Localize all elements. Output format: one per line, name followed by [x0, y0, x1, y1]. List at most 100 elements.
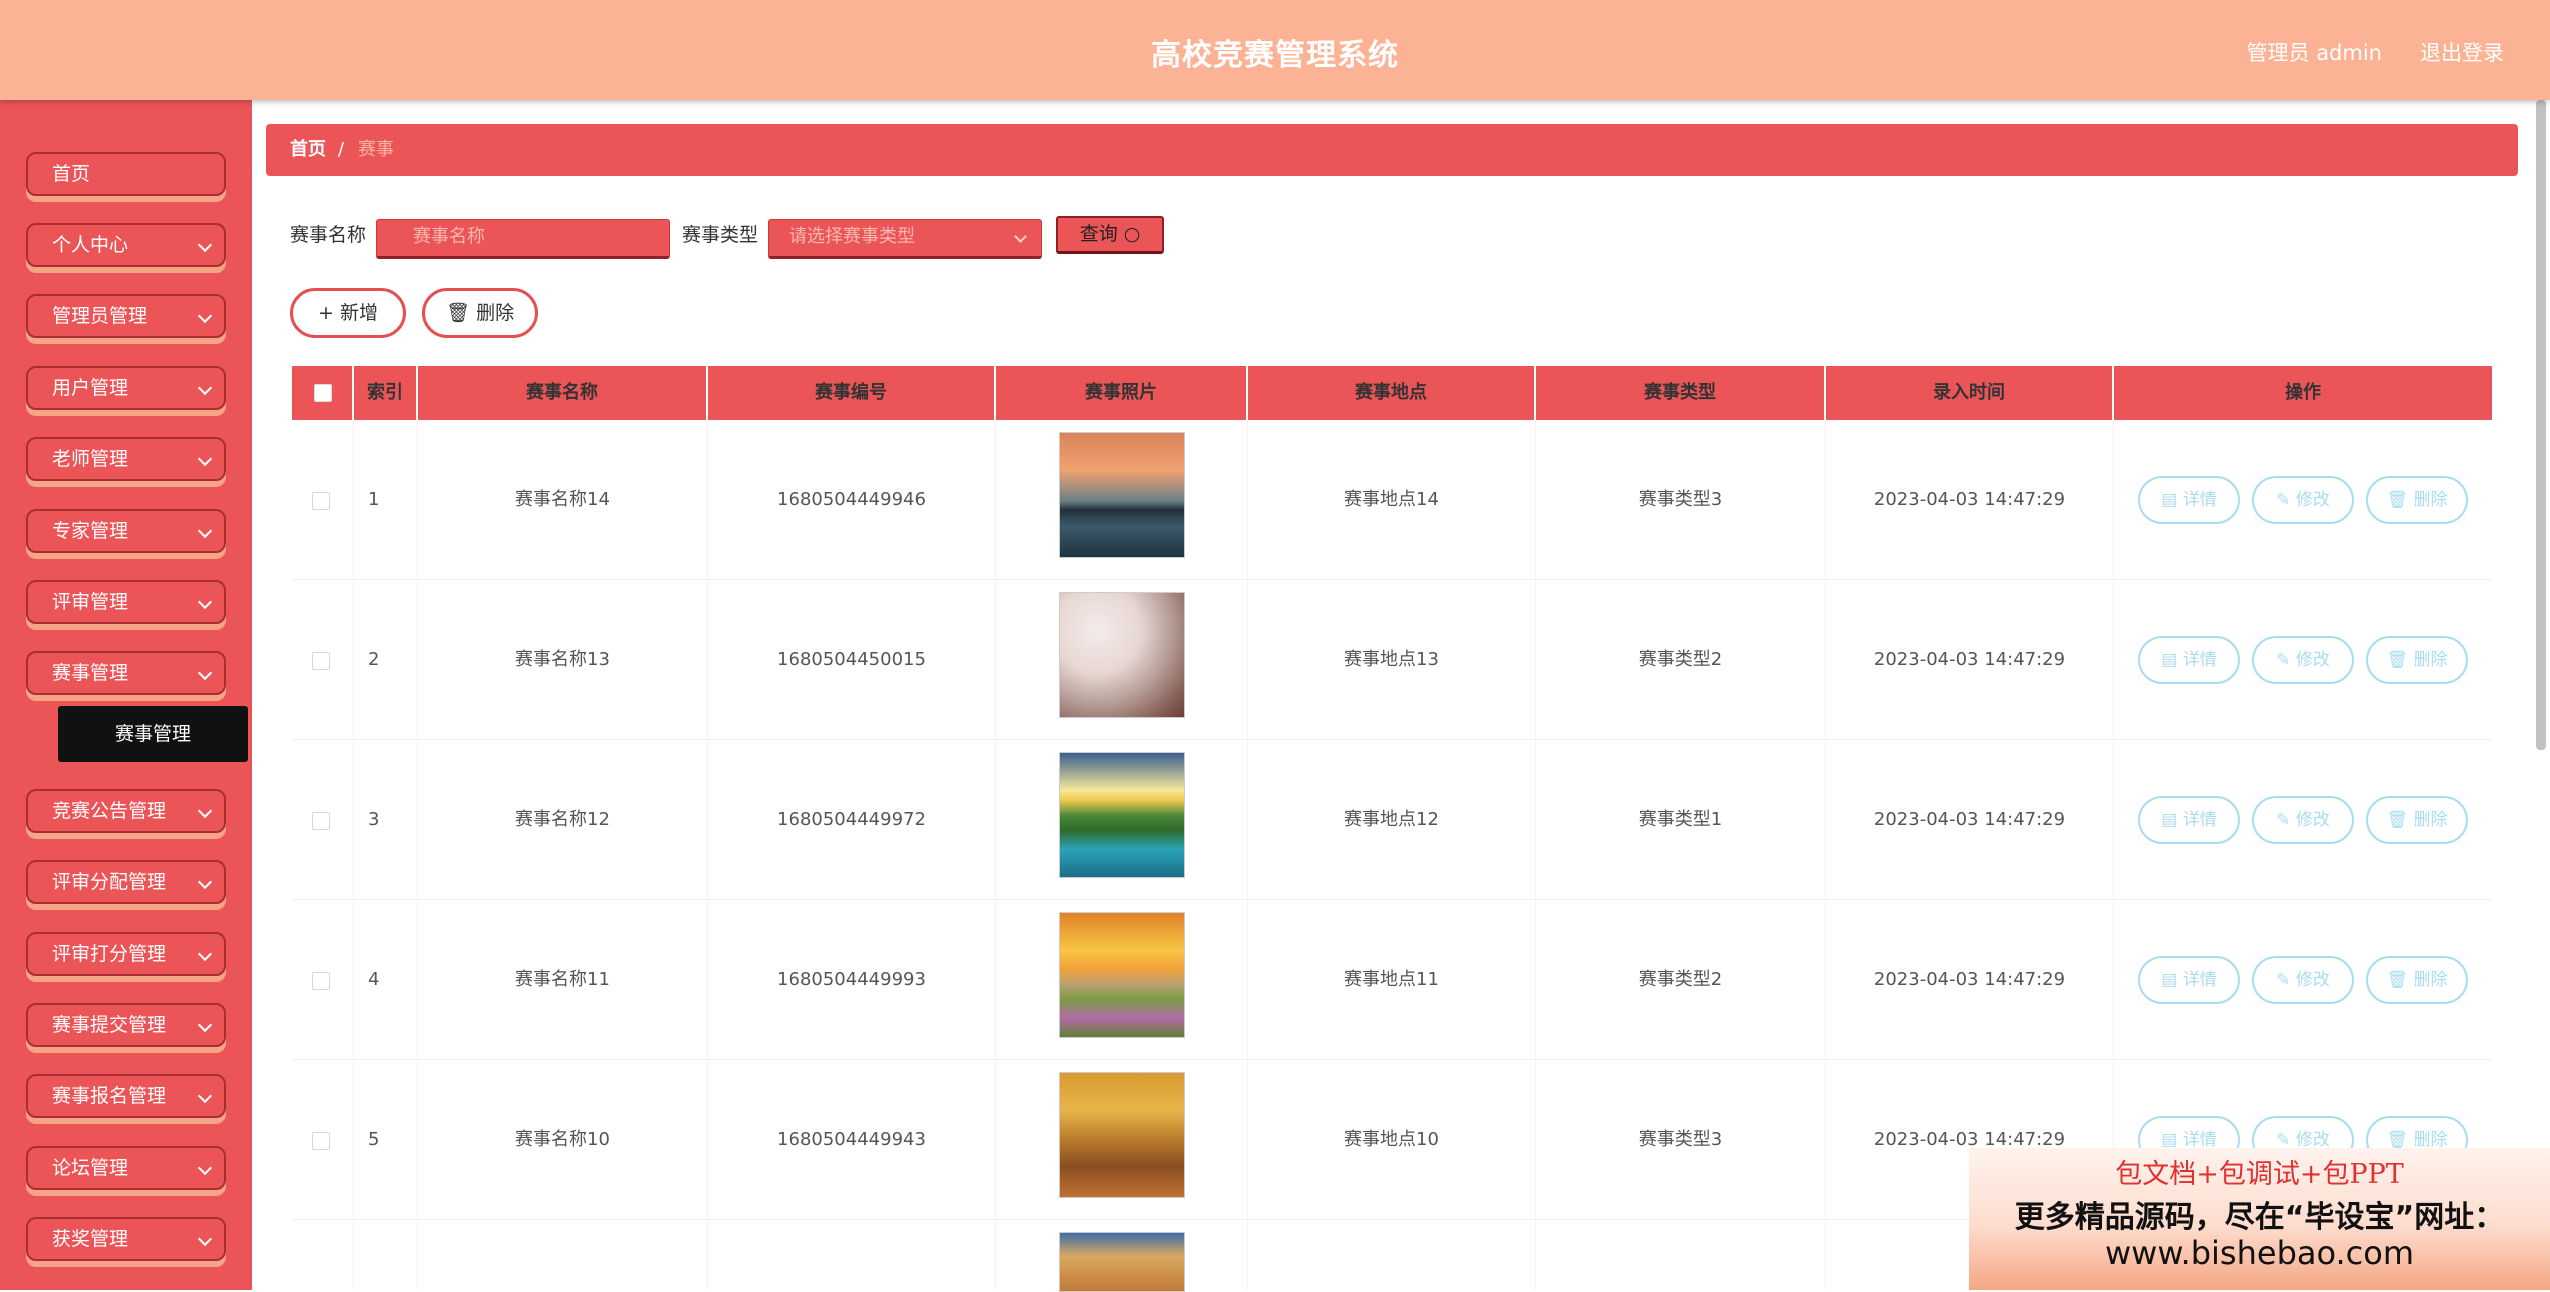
chevron-down-icon [197, 1231, 213, 1247]
actions-cell: ▤ 详情 ✎ 修改 🗑 删除 [2114, 740, 2492, 900]
sidebar-item-label: 评审管理 [52, 591, 129, 613]
time-cell: 2023-04-03 14:47:29 [1826, 740, 2114, 900]
row-select-cell [292, 740, 354, 900]
detail-button[interactable]: ▤ 详情 [2138, 956, 2240, 1004]
promo-url: www.bishebao.com [2104, 1234, 2415, 1272]
select-all-checkbox[interactable] [314, 384, 332, 402]
row-checkbox[interactable] [312, 492, 330, 510]
breadcrumb: 首页 / 赛事 [266, 124, 2518, 176]
sidebar-item-home[interactable]: 首页 [26, 152, 226, 196]
time-cell: 2023-04-03 14:47:29 [1826, 900, 2114, 1060]
submenu-item-competition-manage[interactable]: 赛事管理 [58, 706, 248, 762]
edit-button[interactable]: ✎ 修改 [2252, 956, 2354, 1004]
competition-photo[interactable] [1059, 752, 1185, 878]
batch-delete-button[interactable]: 🗑 删除 [422, 288, 538, 338]
sidebar-item-teachers[interactable]: 老师管理 [26, 437, 226, 481]
competition-photo[interactable] [1059, 1232, 1185, 1292]
photo-cell [996, 420, 1248, 580]
row-select-cell [292, 420, 354, 580]
photo-cell [996, 1060, 1248, 1220]
row-checkbox[interactable] [312, 972, 330, 990]
name-cell: 赛事名称11 [418, 900, 708, 1060]
breadcrumb-home[interactable]: 首页 [290, 124, 326, 176]
sidebar-item-review-score[interactable]: 评审打分管理 [26, 932, 226, 976]
sidebar-item-admin[interactable]: 管理员管理 [26, 294, 226, 338]
delete-button[interactable]: 🗑 删除 [2366, 636, 2468, 684]
detail-button[interactable]: ▤ 详情 [2138, 796, 2240, 844]
column-header-name: 赛事名称 [418, 366, 708, 420]
sidebar-item-review-assign[interactable]: 评审分配管理 [26, 860, 226, 904]
location-cell: 赛事地点10 [1248, 1060, 1536, 1220]
name-filter-label: 赛事名称 [290, 224, 367, 246]
sidebar-item-registrations[interactable]: 赛事报名管理 [26, 1074, 226, 1118]
sidebar-item-label: 赛事报名管理 [52, 1085, 167, 1107]
row-checkbox[interactable] [312, 812, 330, 830]
sidebar-item-users[interactable]: 用户管理 [26, 366, 226, 410]
delete-button[interactable]: 🗑 删除 [2366, 796, 2468, 844]
competition-photo[interactable] [1059, 592, 1185, 718]
sidebar-item-label: 用户管理 [52, 377, 129, 399]
sidebar-item-label: 获奖管理 [52, 1228, 129, 1250]
chevron-down-icon [197, 237, 213, 253]
add-button[interactable]: + 新增 [290, 288, 406, 338]
sidebar-item-label: 评审打分管理 [52, 943, 167, 965]
chevron-down-icon [197, 594, 213, 610]
competition-photo[interactable] [1059, 1072, 1185, 1198]
index-cell [354, 1220, 418, 1290]
chevron-down-icon [197, 1088, 213, 1104]
column-header-code: 赛事编号 [708, 366, 996, 420]
row-select-cell [292, 1060, 354, 1220]
breadcrumb-current: 赛事 [358, 139, 394, 160]
sidebar-item-profile[interactable]: 个人中心 [26, 223, 226, 267]
sidebar-item-label: 个人中心 [52, 234, 129, 256]
edit-button[interactable]: ✎ 修改 [2252, 636, 2354, 684]
chevron-down-icon [197, 380, 213, 396]
name-cell: 赛事名称10 [418, 1060, 708, 1220]
competition-photo[interactable] [1059, 432, 1185, 558]
row-checkbox[interactable] [312, 652, 330, 670]
detail-button[interactable]: ▤ 详情 [2138, 476, 2240, 524]
page-scrollbar[interactable] [2536, 100, 2546, 750]
sidebar-item-label: 老师管理 [52, 448, 129, 470]
edit-button[interactable]: ✎ 修改 [2252, 476, 2354, 524]
sidebar-item-label: 专家管理 [52, 520, 129, 542]
logout-link[interactable]: 退出登录 [2420, 37, 2504, 67]
select-all-cell [292, 366, 354, 420]
name-cell [418, 1220, 708, 1290]
sidebar-item-announcements[interactable]: 竞赛公告管理 [26, 789, 226, 833]
name-search-input[interactable]: 赛事名称 [376, 219, 670, 259]
location-cell: 赛事地点13 [1248, 580, 1536, 740]
row-checkbox[interactable] [312, 1132, 330, 1150]
sidebar-item-forum[interactable]: 论坛管理 [26, 1146, 226, 1190]
sidebar-item-submissions[interactable]: 赛事提交管理 [26, 1003, 226, 1047]
delete-button[interactable]: 🗑 删除 [2366, 476, 2468, 524]
type-select-placeholder: 请选择赛事类型 [789, 226, 915, 247]
location-cell: 赛事地点14 [1248, 420, 1536, 580]
photo-cell [996, 580, 1248, 740]
sidebar-item-awards[interactable]: 获奖管理 [26, 1217, 226, 1261]
edit-button[interactable]: ✎ 修改 [2252, 796, 2354, 844]
chevron-down-icon [1014, 230, 1027, 243]
detail-button[interactable]: ▤ 详情 [2138, 636, 2240, 684]
sidebar-item-reviews[interactable]: 评审管理 [26, 580, 226, 624]
type-cell: 赛事类型2 [1536, 900, 1826, 1060]
query-button[interactable]: 查询 ○ [1056, 216, 1164, 254]
competition-photo[interactable] [1059, 912, 1185, 1038]
promo-banner: 包文档+包调试+包PPT 更多精品源码，尽在“毕设宝”网址： www.bishe… [1969, 1148, 2550, 1290]
index-cell: 4 [354, 900, 418, 1060]
table-header: 索引 赛事名称 赛事编号 赛事照片 赛事地点 赛事类型 录入时间 操作 [292, 366, 2492, 420]
sidebar-item-experts[interactable]: 专家管理 [26, 509, 226, 553]
time-cell: 2023-04-03 14:47:29 [1826, 580, 2114, 740]
chevron-down-icon [197, 1160, 213, 1176]
photo-cell [996, 900, 1248, 1060]
chevron-down-icon [197, 523, 213, 539]
sidebar-item-label: 竞赛公告管理 [52, 800, 167, 822]
chevron-down-icon [197, 665, 213, 681]
current-user: 管理员 admin [2246, 41, 2382, 65]
delete-button[interactable]: 🗑 删除 [2366, 956, 2468, 1004]
sidebar-item-competitions[interactable]: 赛事管理 [26, 651, 226, 695]
chevron-down-icon [197, 1017, 213, 1033]
type-cell: 赛事类型1 [1536, 740, 1826, 900]
type-select[interactable]: 请选择赛事类型 [768, 219, 1042, 259]
table-row: 3 赛事名称12 1680504449972 赛事地点12 赛事类型1 2023… [292, 740, 2492, 900]
